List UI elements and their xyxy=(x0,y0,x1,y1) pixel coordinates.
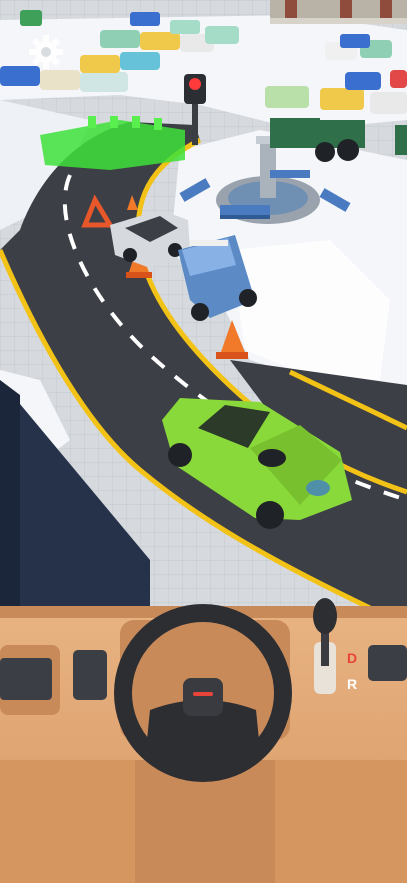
gear-reverse-label[interactable]: R xyxy=(347,676,357,692)
game-screen: D R xyxy=(0,0,407,883)
building-top xyxy=(270,0,407,24)
steering-wheel[interactable] xyxy=(110,600,296,786)
settings-button[interactable] xyxy=(26,32,66,72)
gear-shifter[interactable]: D R xyxy=(300,596,362,706)
steering-wheel-icon xyxy=(114,604,292,782)
gear-icon xyxy=(29,35,63,69)
gear-drive-label[interactable]: D xyxy=(347,650,357,666)
